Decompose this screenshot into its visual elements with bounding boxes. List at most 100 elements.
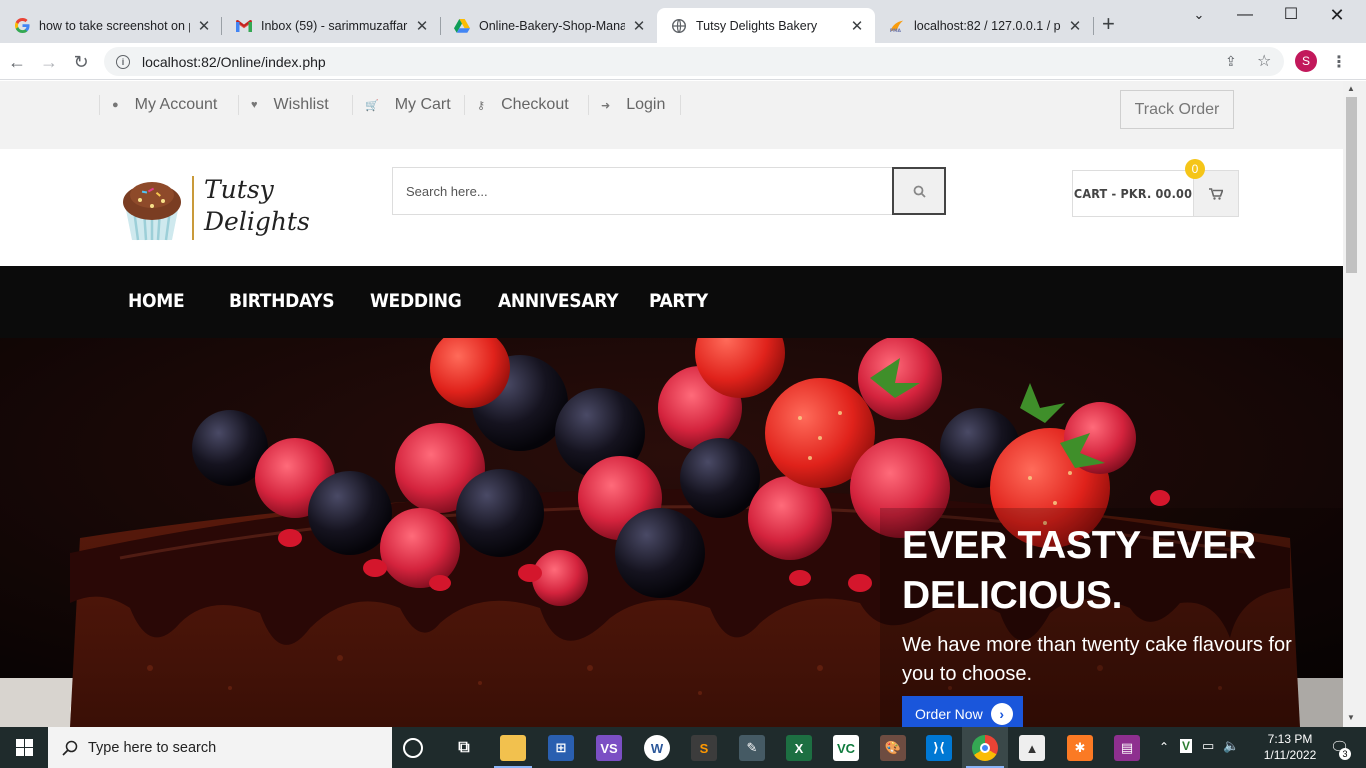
window-close-button[interactable]: ✕ <box>1314 4 1360 26</box>
track-order-button[interactable]: Track Order <box>1120 90 1234 129</box>
close-icon[interactable]: ✕ <box>631 17 647 35</box>
photos-icon[interactable]: ▲ <box>1019 735 1045 761</box>
minimize-button[interactable]: — <box>1222 4 1268 26</box>
close-icon[interactable]: ✕ <box>414 17 430 35</box>
task-view-icon[interactable]: ⧉ <box>451 735 477 761</box>
top-utility-bar: ● My Account ♥ Wishlist 🛒 My Cart ⚷ Chec… <box>0 81 1343 149</box>
scroll-down-icon[interactable]: ▼ <box>1347 713 1355 722</box>
header-cart[interactable]: CART - PKR. 00.00 0 <box>1072 159 1239 217</box>
nav-birthdays[interactable]: BIRTHDAYS <box>229 290 335 312</box>
browser-tab[interactable]: PMA localhost:82 / 127.0.0.1 / pat ✕ <box>875 8 1093 43</box>
maximize-button[interactable]: ☐ <box>1268 4 1314 26</box>
visual-studio-icon[interactable]: VS <box>596 735 622 761</box>
gmail-icon <box>236 18 252 34</box>
vscode-icon[interactable]: ⟩⟨ <box>926 735 952 761</box>
tab-title: localhost:82 / 127.0.0.1 / pat <box>914 18 1061 33</box>
my-cart-link[interactable]: 🛒 My Cart <box>352 95 451 115</box>
chevron-up-icon[interactable]: ⌃ <box>1159 740 1169 754</box>
close-icon[interactable]: ✕ <box>849 17 865 35</box>
forward-button[interactable]: → <box>37 50 61 74</box>
excel-icon[interactable]: X <box>786 735 812 761</box>
windows-icon <box>15 739 33 756</box>
site-info-icon[interactable]: i <box>116 54 130 69</box>
volume-icon[interactable]: 🔈 <box>1223 738 1239 754</box>
paint-icon[interactable]: 🎨 <box>880 735 906 761</box>
cart-icon <box>1209 187 1223 200</box>
svg-text:PMA: PMA <box>890 27 902 32</box>
word-icon[interactable]: W <box>644 735 670 761</box>
share-icon[interactable]: ⇪ <box>1225 53 1237 70</box>
chrome-icon[interactable] <box>972 735 998 761</box>
reload-button[interactable]: ↻ <box>69 50 93 74</box>
tab-title: how to take screenshot on pc <box>39 18 190 33</box>
logo-text: Tutsy Delights <box>204 174 310 238</box>
link-label: Login <box>626 96 666 113</box>
main-nav: HOME BIRTHDAYS WEDDING ANNIVESARY PARTY <box>0 266 1343 338</box>
notification-count: 3 <box>1339 748 1351 760</box>
winrar-icon[interactable]: ▤ <box>1114 735 1140 761</box>
profile-avatar[interactable]: S <box>1295 50 1317 72</box>
file-explorer-icon[interactable] <box>500 735 526 761</box>
clock[interactable]: 7:13 PM 1/11/2022 <box>1254 731 1326 763</box>
wishlist-link[interactable]: ♥ Wishlist <box>238 95 329 115</box>
xampp-icon[interactable]: ✱ <box>1067 735 1093 761</box>
tools-icon[interactable]: ✎ <box>739 735 765 761</box>
logo-line-2: Delights <box>204 207 310 236</box>
my-account-link[interactable]: ● My Account <box>112 95 217 115</box>
store-icon[interactable]: ⊞ <box>548 735 574 761</box>
browser-tab[interactable]: how to take screenshot on pc ✕ <box>0 8 222 43</box>
login-link[interactable]: ➜ Login <box>588 95 665 115</box>
tab-title: Online-Bakery-Shop-Manage <box>479 18 625 33</box>
chevron-down-icon[interactable]: ⌄ <box>1176 4 1222 26</box>
hero-heading: EVER TASTY EVER DELICIOUS. <box>902 524 1256 617</box>
back-button[interactable]: ← <box>5 50 29 74</box>
site-header: Tutsy Delights CART - PKR. 00.00 0 <box>0 149 1343 266</box>
taskbar-search[interactable]: Type here to search <box>48 727 392 768</box>
close-icon[interactable]: ✕ <box>1067 17 1083 35</box>
user-icon: ● <box>112 99 119 111</box>
search-button[interactable] <box>892 167 946 215</box>
url-bar[interactable]: i localhost:82/Online/index.php ⇪ ☆ <box>104 47 1284 76</box>
nav-wedding[interactable]: WEDDING <box>370 290 462 312</box>
site-logo[interactable]: Tutsy Delights <box>120 174 310 244</box>
google-icon <box>14 18 30 34</box>
cortana-icon[interactable] <box>403 738 423 758</box>
clock-time: 7:13 PM <box>1267 732 1313 746</box>
link-label: My Cart <box>394 96 451 113</box>
divider <box>99 95 100 115</box>
sublime-text-icon[interactable]: S <box>691 735 717 761</box>
logo-line-1: Tutsy <box>204 175 274 204</box>
link-label: My Account <box>134 96 218 113</box>
new-tab-button[interactable]: + <box>1102 13 1115 35</box>
search-icon <box>62 740 78 756</box>
close-icon[interactable]: ✕ <box>196 17 212 35</box>
scroll-up-icon[interactable]: ▲ <box>1347 84 1355 93</box>
nav-party[interactable]: PARTY <box>649 290 708 312</box>
divider <box>680 95 681 115</box>
browser-tab-active[interactable]: Tutsy Delights Bakery ✕ <box>657 8 875 43</box>
hero-text: EVER TASTY EVER DELICIOUS. We have more … <box>902 521 1302 689</box>
search-input[interactable] <box>393 168 892 214</box>
vc-tray-icon[interactable]: V <box>1180 739 1193 753</box>
key-icon: ⚷ <box>477 99 486 112</box>
search-icon <box>913 185 926 198</box>
nav-home[interactable]: HOME <box>128 290 185 312</box>
phpmyadmin-icon: PMA <box>889 18 905 34</box>
nav-annivesary[interactable]: ANNIVESARY <box>498 290 618 312</box>
page-scrollbar[interactable]: ▲ ▼ <box>1343 81 1366 727</box>
browser-tab[interactable]: Inbox (59) - sarimmuzaffar14 ✕ <box>222 8 440 43</box>
network-icon[interactable]: ▭ <box>1202 738 1214 754</box>
star-icon[interactable]: ☆ <box>1257 51 1271 71</box>
order-now-button[interactable]: Order Now › <box>902 696 1023 727</box>
browser-tab[interactable]: Online-Bakery-Shop-Manage ✕ <box>440 8 657 43</box>
hero-subtext: We have more than twenty cake flavours f… <box>902 634 1292 685</box>
vc-icon[interactable]: VC <box>833 735 859 761</box>
checkout-link[interactable]: ⚷ Checkout <box>464 95 569 115</box>
taskbar-search-placeholder: Type here to search <box>88 739 217 756</box>
cupcake-icon <box>123 182 181 241</box>
chevron-right-icon: › <box>990 703 1013 725</box>
more-menu-icon[interactable]: ⋮ <box>1331 52 1347 72</box>
browser-tab-strip: how to take screenshot on pc ✕ Inbox (59… <box>0 0 1366 43</box>
start-button[interactable] <box>0 727 48 768</box>
scroll-thumb[interactable] <box>1346 97 1357 273</box>
